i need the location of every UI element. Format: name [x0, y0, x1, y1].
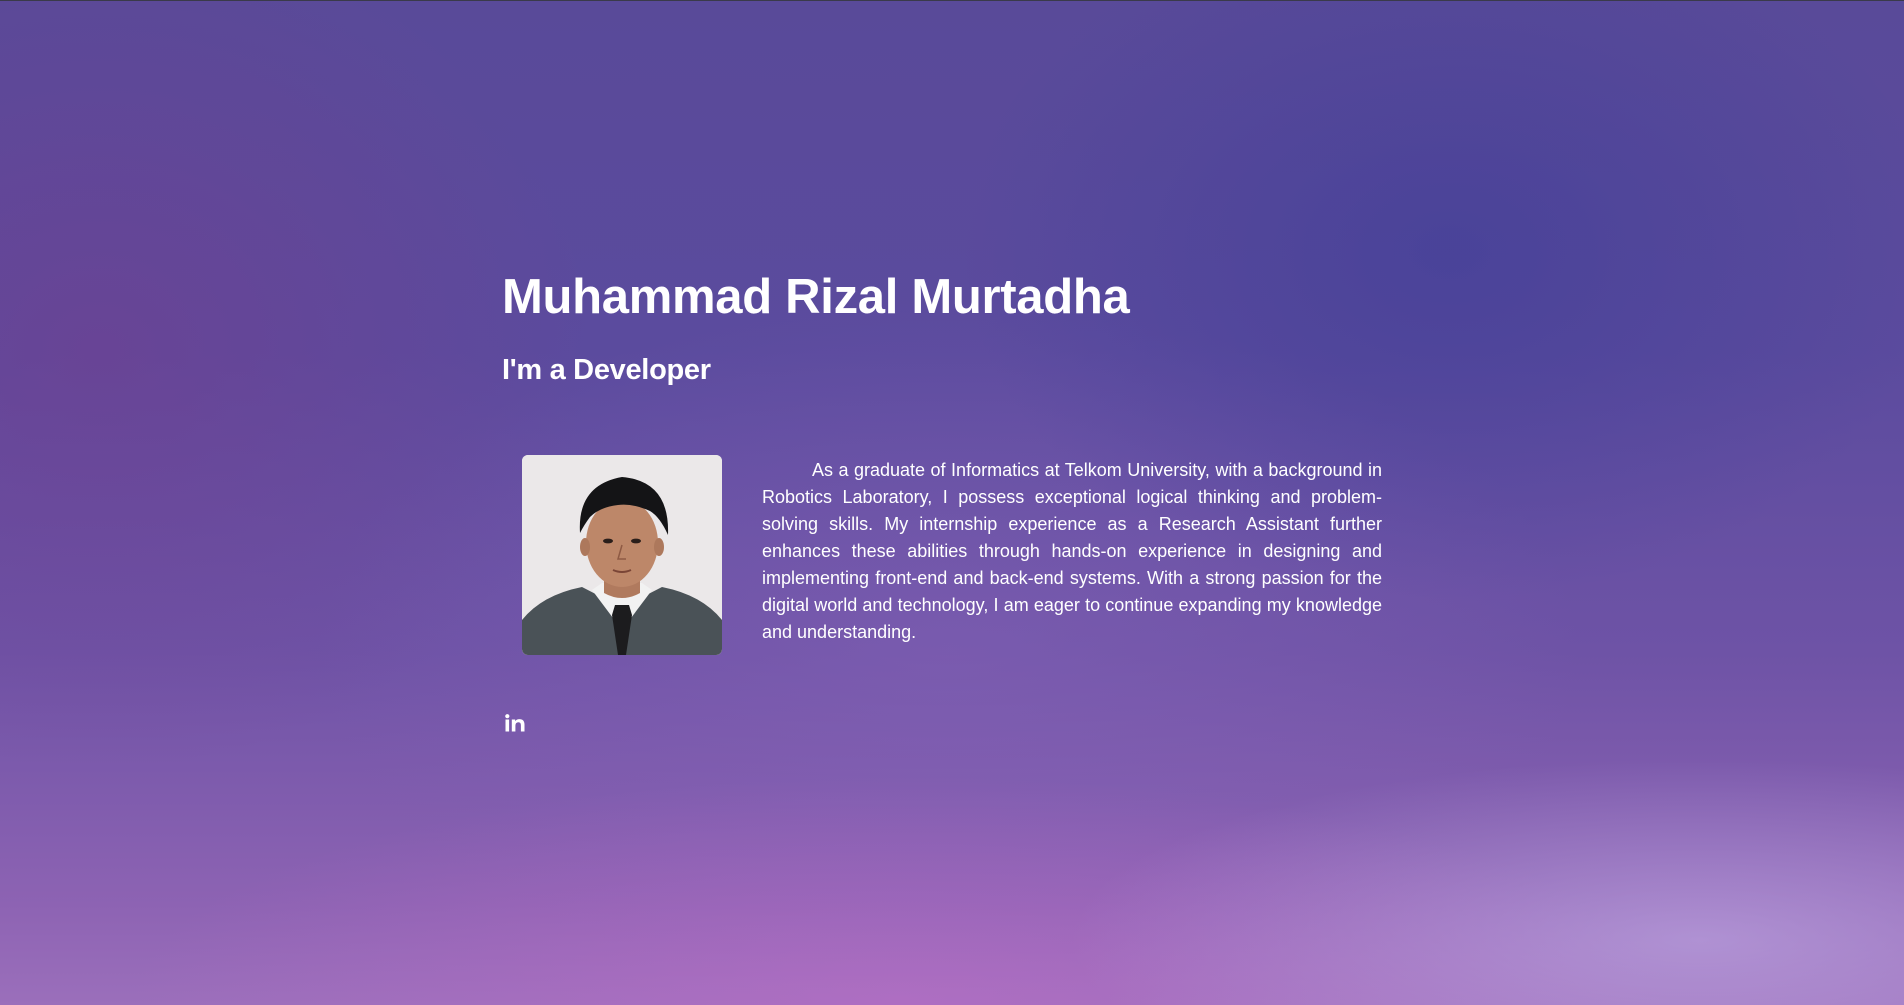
linkedin-link[interactable] — [502, 710, 528, 736]
about-section: As a graduate of Informatics at Telkom U… — [522, 455, 1402, 665]
linkedin-icon — [505, 714, 525, 732]
tagline: I'm a Developer — [502, 354, 711, 386]
hero-section: Muhammad Rizal Murtadha I'm a Developer — [502, 262, 1402, 732]
window-top-border — [0, 0, 1904, 1]
page-title: Muhammad Rizal Murtadha — [502, 270, 1130, 324]
profile-photo — [522, 455, 722, 655]
bio-text: As a graduate of Informatics at Telkom U… — [762, 460, 1382, 642]
